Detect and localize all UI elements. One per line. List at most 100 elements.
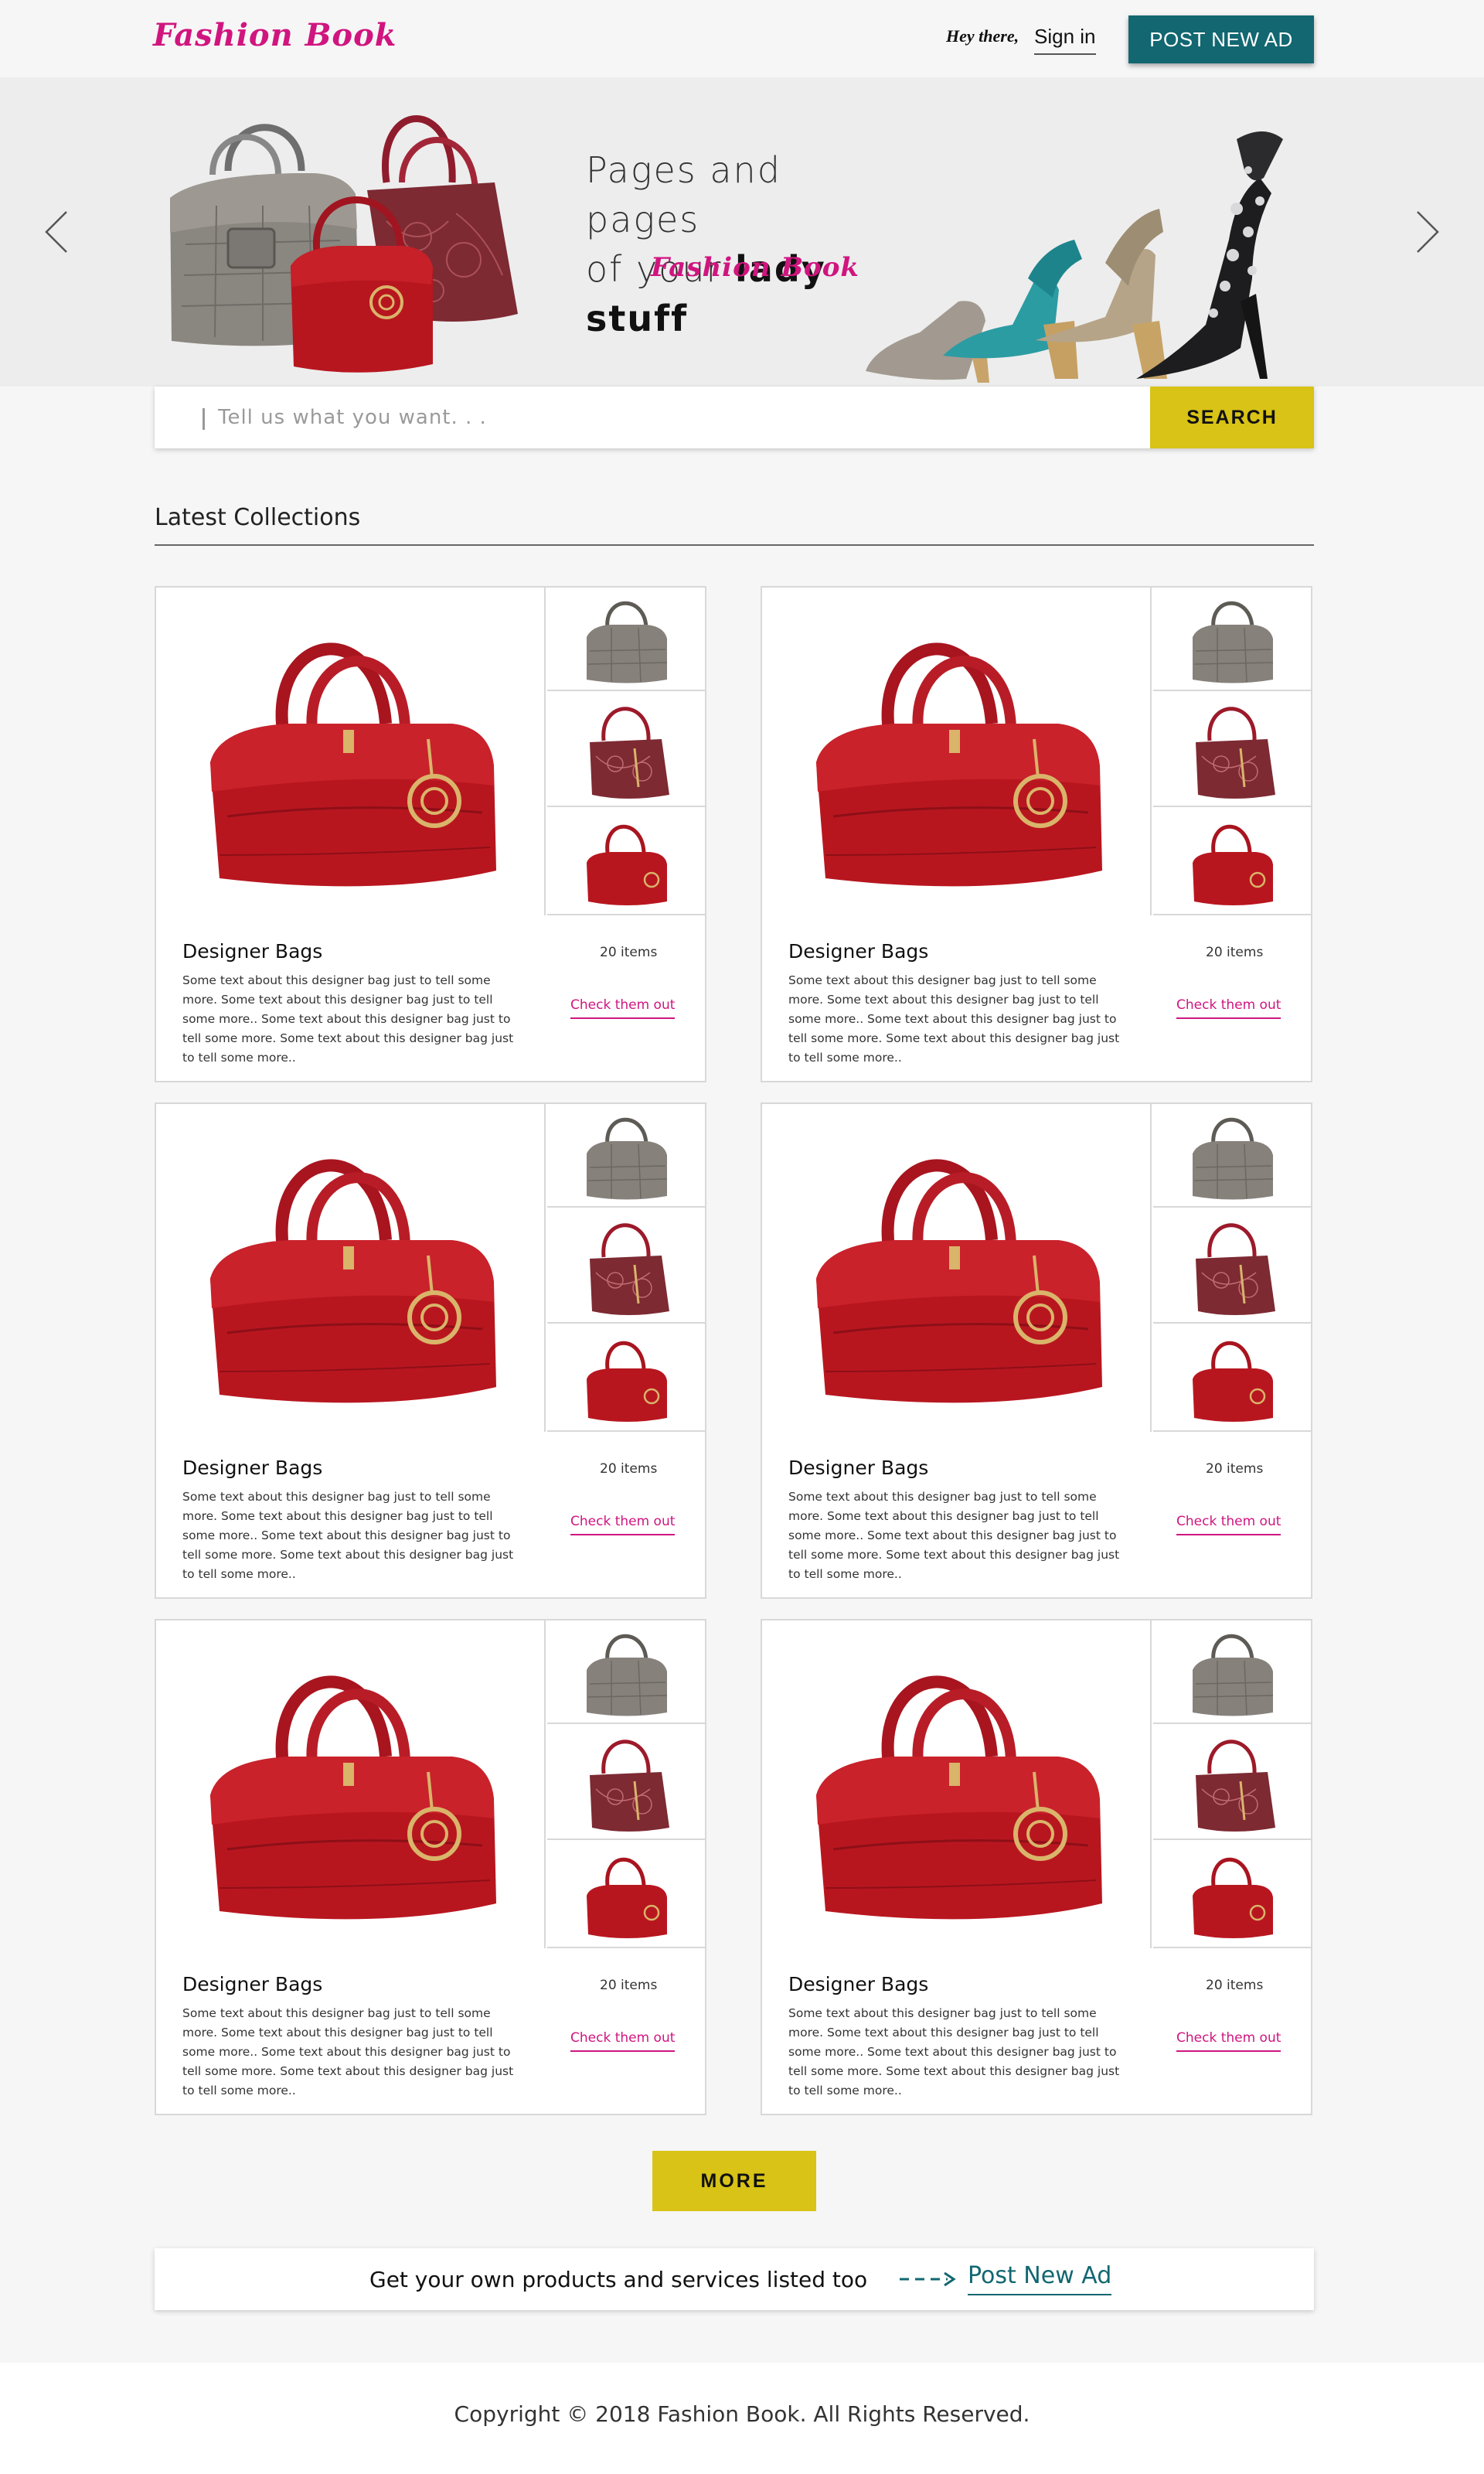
check-them-out-link[interactable]: Check them out xyxy=(1176,997,1281,1019)
card-main-image[interactable] xyxy=(762,588,1152,915)
chevron-right-icon xyxy=(1417,211,1439,253)
check-them-out-link[interactable]: Check them out xyxy=(1176,1514,1281,1535)
card-main-image[interactable] xyxy=(762,1620,1152,1948)
patterned-handbag-thumbnail xyxy=(1196,1740,1275,1832)
card-title: Designer Bags xyxy=(788,1457,929,1479)
card-thumb-red-bag[interactable] xyxy=(547,1840,706,1948)
card-thumb-silver-bag[interactable] xyxy=(547,1104,706,1208)
card-thumb-patterned-bag[interactable] xyxy=(1153,1208,1312,1324)
collection-card: Designer Bags Some text about this desig… xyxy=(155,586,706,1082)
silver-handbag-thumbnail xyxy=(587,1117,668,1200)
card-title: Designer Bags xyxy=(182,1457,323,1479)
site-footer: Copyright © 2018 Fashion Book. All Right… xyxy=(0,2363,1484,2474)
collection-card: Designer Bags Some text about this desig… xyxy=(155,1619,706,2115)
silver-handbag-thumbnail xyxy=(587,601,668,683)
card-item-count: 20 items xyxy=(600,1978,658,1993)
collection-card: Designer Bags Some text about this desig… xyxy=(761,586,1312,1082)
carousel-next-button[interactable] xyxy=(1401,209,1447,255)
red-handbag-image xyxy=(210,642,496,887)
red-handbag-thumbnail xyxy=(1193,1857,1273,1938)
search-input[interactable] xyxy=(218,387,1223,448)
dashed-arrow-right-icon xyxy=(900,2271,956,2287)
card-item-count: 20 items xyxy=(1206,1461,1264,1477)
check-them-out-link[interactable]: Check them out xyxy=(570,1514,676,1535)
carousel-prev-button[interactable] xyxy=(37,209,83,255)
card-thumb-patterned-bag[interactable] xyxy=(547,1724,706,1840)
silver-handbag-thumbnail xyxy=(1193,1634,1274,1716)
red-handbag-image xyxy=(210,1159,496,1403)
hero-handbags-image xyxy=(170,115,518,373)
card-main-image[interactable] xyxy=(156,1620,546,1948)
greeting-text: Hey there, xyxy=(946,26,1019,46)
silver-handbag-thumbnail xyxy=(1193,1117,1274,1200)
card-thumb-silver-bag[interactable] xyxy=(547,588,706,691)
cta-banner: Get your own products and services liste… xyxy=(155,2248,1314,2310)
red-handbag-image xyxy=(816,1159,1102,1403)
card-thumb-silver-bag[interactable] xyxy=(1153,1620,1312,1724)
card-thumb-patterned-bag[interactable] xyxy=(1153,1724,1312,1840)
card-item-count: 20 items xyxy=(600,945,658,960)
card-title: Designer Bags xyxy=(788,1973,929,1995)
hero-banner: Pages and pages of your lady stuff Fashi… xyxy=(0,77,1484,387)
hero-tagline: Pages and pages of your lady stuff xyxy=(586,145,895,343)
card-thumb-patterned-bag[interactable] xyxy=(547,691,706,807)
site-header: Fashion Book Hey there, Sign in POST NEW… xyxy=(0,0,1484,77)
signin-link[interactable]: Sign in xyxy=(1034,25,1096,55)
collection-card: Designer Bags Some text about this desig… xyxy=(761,1102,1312,1599)
search-bar: SEARCH xyxy=(155,387,1314,448)
card-thumb-red-bag[interactable] xyxy=(547,1324,706,1432)
card-main-image[interactable] xyxy=(156,1104,546,1432)
card-thumb-red-bag[interactable] xyxy=(1153,1324,1312,1432)
card-item-count: 20 items xyxy=(1206,1978,1264,1993)
check-them-out-link[interactable]: Check them out xyxy=(570,997,676,1019)
card-thumb-silver-bag[interactable] xyxy=(547,1620,706,1724)
card-title: Designer Bags xyxy=(182,1973,323,1995)
cta-text: Get your own products and services liste… xyxy=(369,2267,868,2292)
card-thumb-red-bag[interactable] xyxy=(1153,807,1312,915)
red-handbag-thumbnail xyxy=(1193,824,1273,905)
patterned-handbag-thumbnail xyxy=(590,707,669,799)
card-description: Some text about this designer bag just t… xyxy=(182,1490,514,1581)
card-thumb-red-bag[interactable] xyxy=(1153,1840,1312,1948)
silver-handbag-thumbnail xyxy=(1193,601,1274,683)
card-main-image[interactable] xyxy=(762,1104,1152,1432)
patterned-handbag-thumbnail xyxy=(1196,1223,1275,1315)
copyright-text: Copyright © 2018 Fashion Book. All Right… xyxy=(454,2401,1030,2427)
section-title: Latest Collections xyxy=(155,504,361,531)
card-description: Some text about this designer bag just t… xyxy=(788,973,1120,1065)
patterned-handbag-thumbnail xyxy=(590,1223,669,1315)
check-them-out-link[interactable]: Check them out xyxy=(570,2030,676,2052)
silver-handbag-thumbnail xyxy=(587,1634,668,1716)
hero-shoes-image xyxy=(866,131,1283,383)
card-thumb-patterned-bag[interactable] xyxy=(547,1208,706,1324)
card-description: Some text about this designer bag just t… xyxy=(788,2006,1120,2097)
site-logo[interactable]: Fashion Book xyxy=(153,17,397,53)
red-handbag-thumbnail xyxy=(587,1341,667,1422)
card-thumb-silver-bag[interactable] xyxy=(1153,1104,1312,1208)
red-handbag-image xyxy=(210,1675,496,1920)
red-handbag-thumbnail xyxy=(587,824,667,905)
card-main-image[interactable] xyxy=(156,588,546,915)
patterned-handbag-thumbnail xyxy=(590,1740,669,1832)
card-description: Some text about this designer bag just t… xyxy=(788,1490,1120,1581)
card-item-count: 20 items xyxy=(1206,945,1264,960)
chevron-left-icon xyxy=(45,211,67,253)
hero-tagline-line1: Pages and pages xyxy=(586,149,781,240)
post-new-ad-button[interactable]: POST NEW AD xyxy=(1128,15,1314,63)
card-thumb-patterned-bag[interactable] xyxy=(1153,691,1312,807)
more-button[interactable]: MORE xyxy=(652,2151,816,2211)
card-title: Designer Bags xyxy=(788,940,929,963)
search-button[interactable]: SEARCH xyxy=(1150,387,1314,448)
card-description: Some text about this designer bag just t… xyxy=(182,973,514,1065)
collection-card: Designer Bags Some text about this desig… xyxy=(155,1102,706,1599)
red-handbag-image xyxy=(816,642,1102,887)
check-them-out-link[interactable]: Check them out xyxy=(1176,2030,1281,2052)
card-item-count: 20 items xyxy=(600,1461,658,1477)
card-description: Some text about this designer bag just t… xyxy=(182,2006,514,2097)
hero-brand-text: Fashion Book xyxy=(651,252,859,283)
red-handbag-thumbnail xyxy=(587,1857,667,1938)
post-new-ad-link[interactable]: Post New Ad xyxy=(968,2262,1112,2295)
card-thumb-silver-bag[interactable] xyxy=(1153,588,1312,691)
card-thumb-red-bag[interactable] xyxy=(547,807,706,915)
card-title: Designer Bags xyxy=(182,940,323,963)
